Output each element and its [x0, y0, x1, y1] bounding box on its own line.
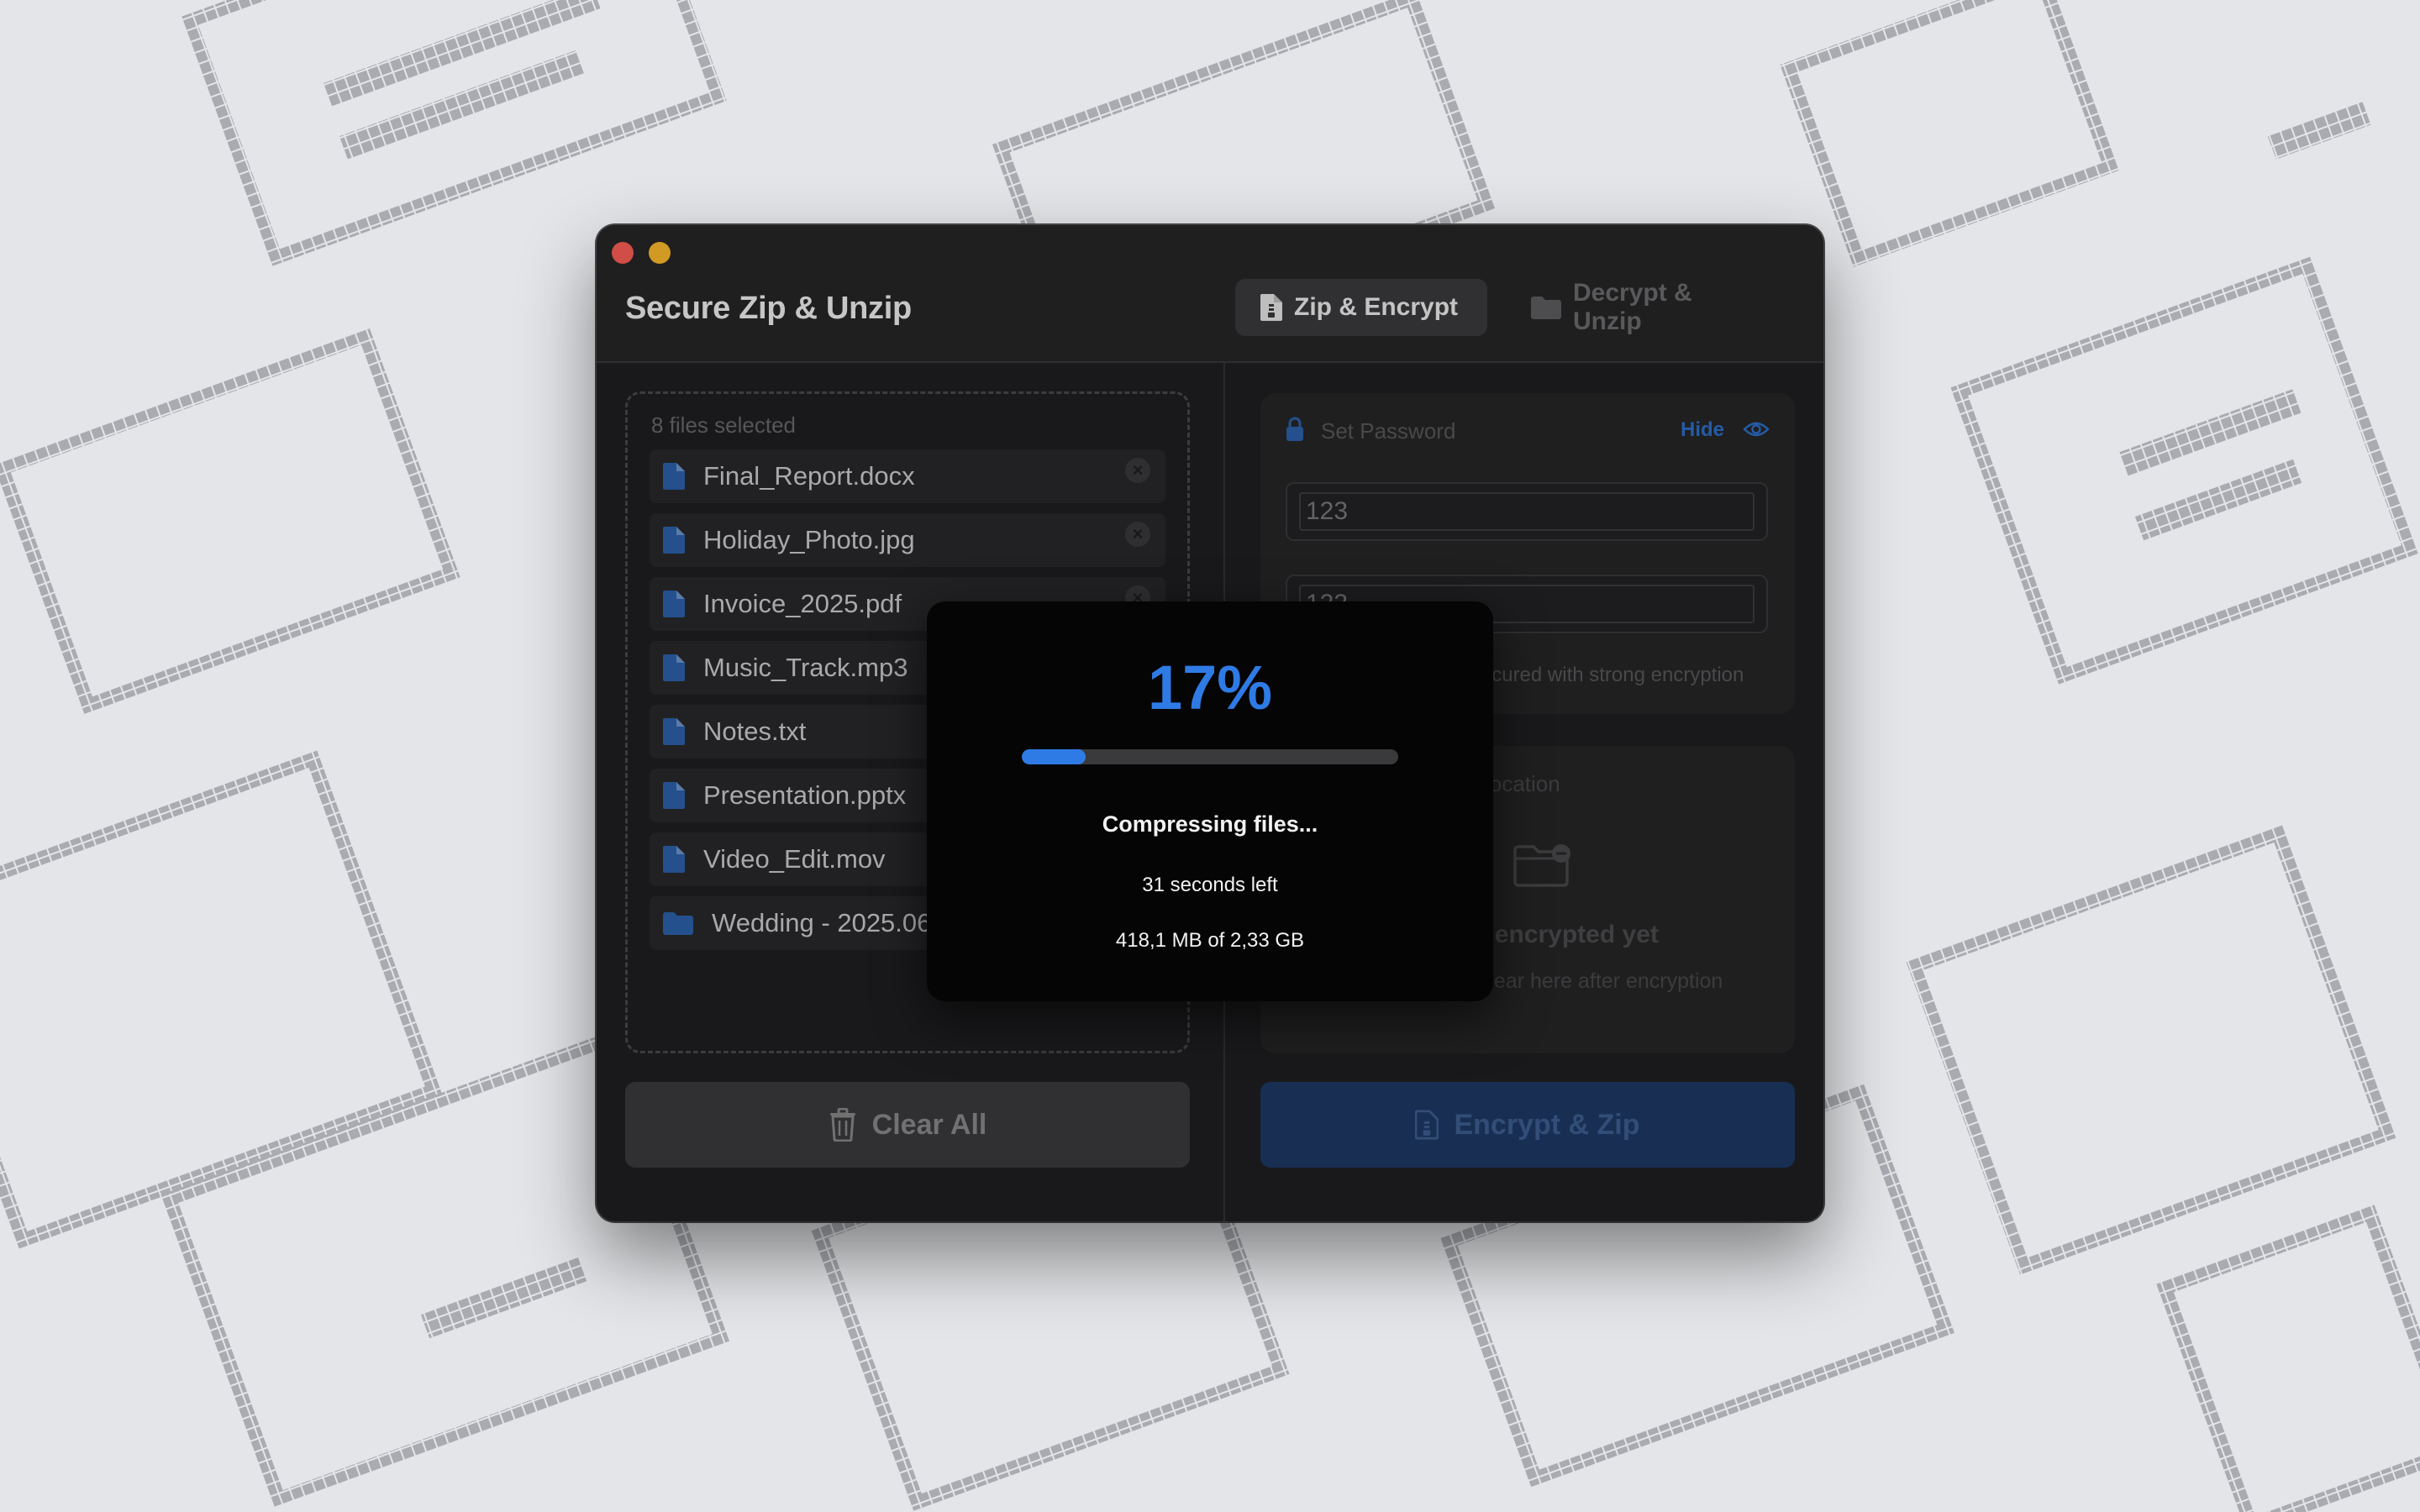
file-icon [663, 527, 685, 554]
folder-icon [663, 912, 693, 935]
progress-percent: 17% [1147, 653, 1273, 722]
file-name: Presentation.pptx [703, 780, 907, 810]
encrypt-zip-label: Encrypt & Zip [1454, 1108, 1640, 1141]
hide-password-toggle[interactable]: Hide [1681, 418, 1724, 442]
zip-doc-icon [1415, 1110, 1439, 1140]
trash-icon [829, 1108, 855, 1142]
tab-decrypt-unzip[interactable]: Decrypt & Unzip [1506, 279, 1783, 336]
file-name: Video_Edit.mov [703, 844, 886, 874]
tab-zip-encrypt[interactable]: Zip & Encrypt [1235, 279, 1487, 336]
file-name: Invoice_2025.pdf [703, 589, 902, 618]
progress-time-left: 31 seconds left [1142, 874, 1278, 896]
progress-bar-fill [1022, 749, 1086, 764]
file-icon [663, 463, 685, 490]
folder-icon [1531, 297, 1561, 319]
files-selected-count: 8 files selected [651, 412, 796, 438]
title-bar: Secure Zip & Unzip Zip & Encrypt Decrypt… [597, 225, 1823, 363]
file-icon [663, 591, 685, 617]
file-name: Final_Report.docx [703, 461, 915, 491]
tab-decrypt-unzip-label: Decrypt & Unzip [1573, 279, 1692, 335]
file-name: Notes.txt [703, 717, 807, 746]
password-value: 123 [1306, 497, 1349, 525]
app-title: Secure Zip & Unzip [625, 291, 912, 326]
folder-minus-icon [1513, 844, 1570, 887]
file-icon [663, 654, 685, 681]
tab-zip-encrypt-label: Zip & Encrypt [1294, 293, 1459, 321]
file-row[interactable]: Final_Report.docx × [650, 449, 1165, 503]
close-window-button[interactable] [612, 242, 634, 264]
minimize-window-button[interactable] [649, 242, 671, 264]
progress-status: Compressing files... [1102, 811, 1318, 837]
clear-all-label: Clear All [871, 1108, 987, 1141]
file-row[interactable]: Holiday_Photo.jpg × [650, 513, 1165, 567]
file-icon [663, 782, 685, 809]
file-icon [663, 846, 685, 873]
eye-icon[interactable] [1743, 420, 1770, 438]
encrypt-zip-button[interactable]: Encrypt & Zip [1260, 1082, 1795, 1168]
zip-doc-icon [1260, 294, 1282, 321]
remove-file-icon[interactable]: × [1125, 522, 1150, 547]
password-field[interactable]: 123 [1286, 482, 1768, 541]
password-title: Set Password [1321, 418, 1456, 444]
file-name: Holiday_Photo.jpg [703, 525, 915, 554]
progress-bar [1022, 749, 1398, 764]
file-name: Music_Track.mp3 [703, 653, 908, 682]
lock-icon [1286, 417, 1303, 441]
progress-size-info: 418,1 MB of 2,33 GB [1115, 929, 1305, 952]
clear-all-button[interactable]: Clear All [625, 1082, 1190, 1168]
progress-dialog: 17% Compressing files... 31 seconds left… [927, 601, 1493, 1001]
remove-file-icon[interactable]: × [1125, 458, 1150, 483]
file-icon [663, 718, 685, 745]
